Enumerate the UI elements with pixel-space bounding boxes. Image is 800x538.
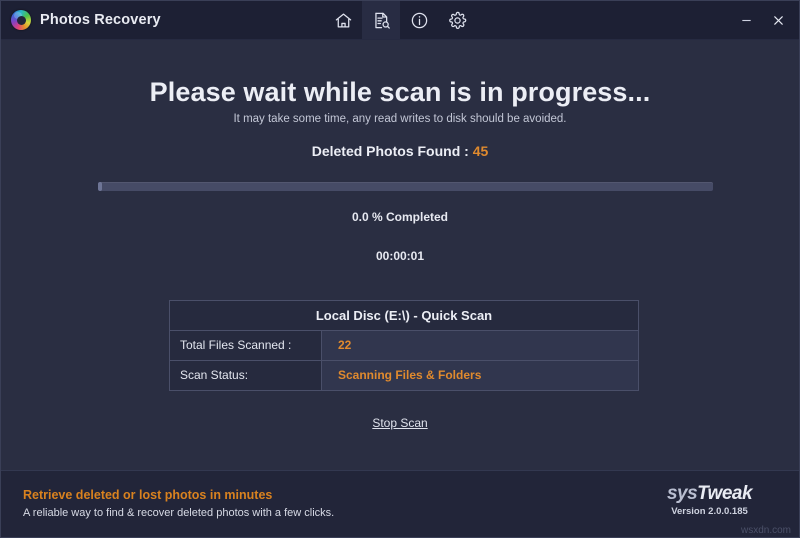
- footer-subtext: A reliable way to find & recover deleted…: [23, 507, 335, 519]
- brand-name-tweak: Tweak: [697, 483, 753, 504]
- deleted-photos-found: Deleted Photos Found : 45: [1, 143, 799, 159]
- info-circle-icon: [410, 11, 429, 30]
- table-row: Scan Status: Scanning Files & Folders: [170, 361, 638, 390]
- main-content: Please wait while scan is in progress...…: [1, 39, 799, 471]
- scan-progress-bar: [98, 182, 713, 191]
- home-icon-button[interactable]: [324, 1, 362, 39]
- scan-status-value: Scanning Files & Folders: [322, 361, 638, 390]
- scan-table-header: Local Disc (E:\) - Quick Scan: [170, 301, 638, 331]
- table-row: Total Files Scanned : 22: [170, 331, 638, 361]
- page-subtitle: It may take some time, any read writes t…: [233, 113, 567, 125]
- systweak-brand: sysTweak Version 2.0.0.185: [642, 484, 777, 518]
- gear-icon: [448, 11, 467, 30]
- brand-name: sysTweak: [642, 484, 777, 504]
- deleted-photos-found-label: Deleted Photos Found :: [311, 143, 469, 159]
- home-icon: [334, 11, 353, 30]
- version-label: Version 2.0.0.185: [671, 506, 748, 517]
- scan-status-label: Scan Status:: [170, 361, 322, 390]
- info-icon-button[interactable]: [400, 1, 438, 39]
- scan-details-table: Local Disc (E:\) - Quick Scan Total File…: [169, 300, 639, 391]
- page-title: Please wait while scan is in progress...: [149, 77, 651, 107]
- elapsed-time: 00:00:01: [375, 249, 425, 263]
- settings-icon-button[interactable]: [438, 1, 476, 39]
- progress-percent-text: 0.0 % Completed: [351, 210, 449, 224]
- minimize-button[interactable]: [733, 7, 759, 33]
- close-button[interactable]: [765, 7, 791, 33]
- photos-recovery-logo-icon: [11, 10, 31, 30]
- brand-name-sys: sys: [666, 483, 698, 504]
- footer: Retrieve deleted or lost photos in minut…: [1, 470, 799, 537]
- title-bar: Photos Recovery: [1, 1, 799, 40]
- app-title: Photos Recovery: [40, 12, 161, 28]
- total-files-scanned-value: 22: [322, 331, 638, 360]
- scan-icon-button[interactable]: [362, 1, 400, 39]
- window-controls: [733, 1, 791, 39]
- watermark: wsxdn.com: [740, 525, 791, 536]
- stop-scan-link[interactable]: Stop Scan: [372, 416, 427, 430]
- scan-progress-fill: [98, 182, 102, 191]
- stop-scan-container: Stop Scan: [1, 414, 799, 432]
- deleted-photos-found-count: 45: [472, 143, 489, 159]
- total-files-scanned-label: Total Files Scanned :: [170, 331, 322, 360]
- document-search-icon: [372, 11, 391, 30]
- photos-recovery-window: Photos Recovery Please wait while scan i…: [0, 0, 800, 538]
- footer-tagline: Retrieve deleted or lost photos in minut…: [23, 488, 273, 502]
